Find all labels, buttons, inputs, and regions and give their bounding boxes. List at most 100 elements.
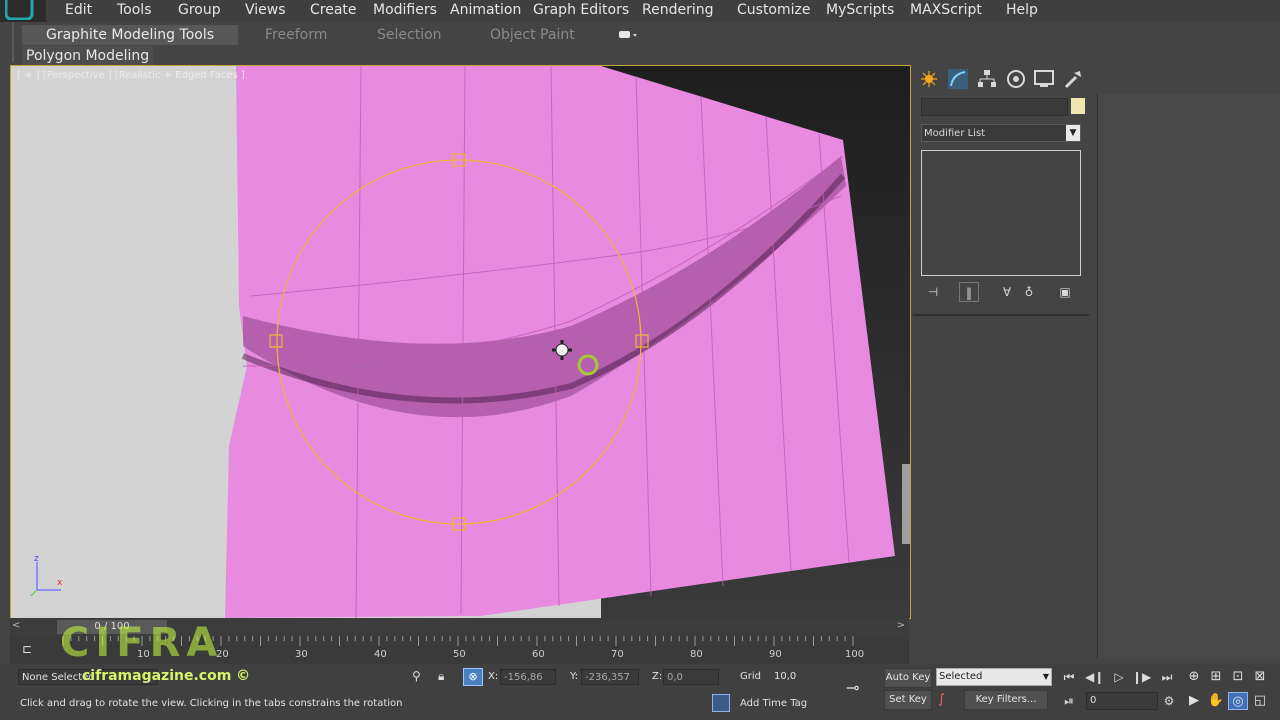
panel-divider (913, 314, 1089, 316)
modifier-stack[interactable] (921, 150, 1081, 276)
tick-label: 70 (611, 649, 624, 660)
auto-key-button[interactable]: Auto Key (884, 668, 932, 688)
viewport-label[interactable]: [ + ] [Perspective ] [Realistic + Edged … (17, 70, 245, 81)
key-mode-value: Selected (939, 671, 983, 682)
default-tangent-icon[interactable]: ∫ (938, 692, 958, 710)
axis-z-label: z (34, 554, 39, 564)
zoom-extents-icon[interactable]: ⊡ (1228, 668, 1248, 686)
menu-create[interactable]: Create (310, 2, 357, 18)
side-panel-area (1098, 94, 1280, 659)
key-mode-dropdown[interactable]: Selected ▼ (936, 668, 1052, 686)
watermark-logo: CIFRA (60, 620, 224, 666)
tick-label: 40 (374, 649, 387, 660)
tick-label: 30 (295, 649, 308, 660)
display-icon[interactable] (1033, 68, 1055, 90)
menu-rendering[interactable]: Rendering (642, 2, 714, 18)
x-label: X: (488, 671, 499, 682)
play-icon[interactable]: ▷ (1110, 668, 1128, 686)
tab-freeform[interactable]: Freeform (265, 25, 327, 45)
key-mode-toggle-icon[interactable]: ⏯ (1060, 692, 1078, 710)
tick-label: 60 (532, 649, 545, 660)
hierarchy-icon[interactable] (976, 68, 998, 90)
next-frame-icon[interactable]: ❙▶ (1132, 668, 1151, 686)
max-logo-icon (5, 0, 34, 20)
make-unique-icon[interactable]: ∀ (997, 282, 1017, 302)
z-coordinate-field[interactable]: 0,0 (663, 669, 719, 685)
pin-stack-icon[interactable]: ⊣ (923, 282, 943, 302)
modify-icon[interactable] (947, 68, 969, 90)
set-key-button[interactable]: Set Key (884, 690, 932, 710)
menu-customize[interactable]: Customize (737, 2, 811, 18)
tab-graphite-modeling-tools[interactable]: Graphite Modeling Tools (22, 25, 238, 45)
track-bar-filter-icon[interactable]: ⊏ (22, 642, 38, 658)
object-color-swatch[interactable] (1071, 98, 1085, 114)
ribbon-options-icon[interactable] (618, 27, 640, 41)
menu-modifiers[interactable]: Modifiers (373, 2, 437, 18)
object-name-field[interactable] (921, 98, 1068, 116)
command-panel: Modifier List ▼ ⊣ ‖ ∀ ♁ ▣ (913, 66, 1091, 720)
menu-views[interactable]: Views (245, 2, 286, 18)
time-configuration-icon[interactable]: ⚙ (1160, 692, 1178, 710)
chevron-down-icon: ▼ (1042, 672, 1049, 681)
add-time-tag-button[interactable]: Add Time Tag (740, 696, 807, 712)
chevron-down-icon: ▼ (1066, 125, 1080, 141)
remove-modifier-icon[interactable]: ♁ (1019, 282, 1039, 302)
time-tag-icon[interactable] (712, 694, 730, 712)
menu-maxscript[interactable]: MAXScript (910, 2, 982, 18)
tick-label: 80 (690, 649, 703, 660)
configure-sets-icon[interactable]: ▣ (1055, 282, 1075, 302)
menu-edit[interactable]: Edit (65, 2, 92, 18)
create-icon[interactable] (919, 68, 941, 90)
menu-bar: Edit Tools Group Views Create Modifiers … (0, 0, 1280, 22)
menu-graph-editors[interactable]: Graph Editors (533, 2, 629, 18)
z-label: Z: (652, 671, 663, 682)
go-to-start-icon[interactable]: ⏮ (1060, 668, 1078, 686)
isolate-icon[interactable]: ⚲ (412, 669, 426, 685)
time-prev-button[interactable]: < (12, 620, 20, 631)
tab-selection[interactable]: Selection (377, 25, 442, 45)
maximize-viewport-icon[interactable]: ◱ (1250, 692, 1270, 710)
field-of-view-icon[interactable]: ▶ (1184, 692, 1204, 710)
menu-help[interactable]: Help (1006, 2, 1038, 18)
go-to-end-icon[interactable]: ⏭ (1158, 668, 1176, 686)
show-end-result-icon[interactable]: ‖ (959, 282, 979, 302)
tab-object-paint[interactable]: Object Paint (490, 25, 575, 45)
grid-label: Grid (740, 671, 761, 682)
y-coordinate-field[interactable]: -236,357 (581, 669, 639, 685)
ribbon-grip[interactable] (12, 22, 20, 62)
lock-icon[interactable]: 🔒︎ (438, 669, 452, 685)
command-panel-tabs (919, 66, 1089, 90)
previous-frame-icon[interactable]: ◀❙ (1085, 668, 1104, 686)
y-label: Y: (570, 671, 579, 682)
modifier-list-dropdown[interactable]: Modifier List ▼ (921, 124, 1081, 142)
tick-label: 100 (845, 649, 865, 660)
menu-tools[interactable]: Tools (117, 2, 152, 18)
zoom-icon[interactable]: ⊕ (1184, 668, 1204, 686)
app-logo[interactable] (0, 0, 46, 22)
current-frame-field[interactable]: 0 (1086, 692, 1158, 710)
orbit-icon[interactable]: ◎ (1228, 692, 1248, 710)
panel-polygon-modeling[interactable]: Polygon Modeling (22, 46, 154, 66)
perspective-viewport[interactable]: [ + ] [Perspective ] [Realistic + Edged … (10, 65, 911, 619)
time-next-button[interactable]: > (897, 620, 905, 631)
pan-view-icon[interactable]: ✋ (1206, 692, 1226, 710)
watermark-url: ciframagazine.com © (82, 668, 251, 684)
motion-icon[interactable] (1005, 68, 1027, 90)
viewport-scene (11, 66, 910, 618)
grid-value: 10,0 (774, 671, 797, 682)
menu-animation[interactable]: Animation (450, 2, 521, 18)
tick-label: 90 (769, 649, 782, 660)
modifier-list-label: Modifier List (924, 128, 986, 139)
utilities-icon[interactable] (1062, 68, 1084, 90)
orbit-cursor-icon (552, 340, 572, 360)
absolute-mode-icon[interactable]: ⊗ (463, 668, 483, 686)
x-coordinate-field[interactable]: -156,86 (500, 669, 556, 685)
stack-toolbar: ⊣ ‖ ∀ ♁ ▣ (919, 282, 1085, 302)
key-filters-button[interactable]: Key Filters... (964, 690, 1048, 710)
menu-group[interactable]: Group (178, 2, 221, 18)
menu-myscripts[interactable]: MyScripts (826, 2, 894, 18)
zoom-all-icon[interactable]: ⊞ (1206, 668, 1226, 686)
key-icon[interactable]: ⊸ (846, 678, 872, 697)
tick-label: 50 (453, 649, 466, 660)
zoom-extents-all-icon[interactable]: ⊠ (1250, 668, 1270, 686)
